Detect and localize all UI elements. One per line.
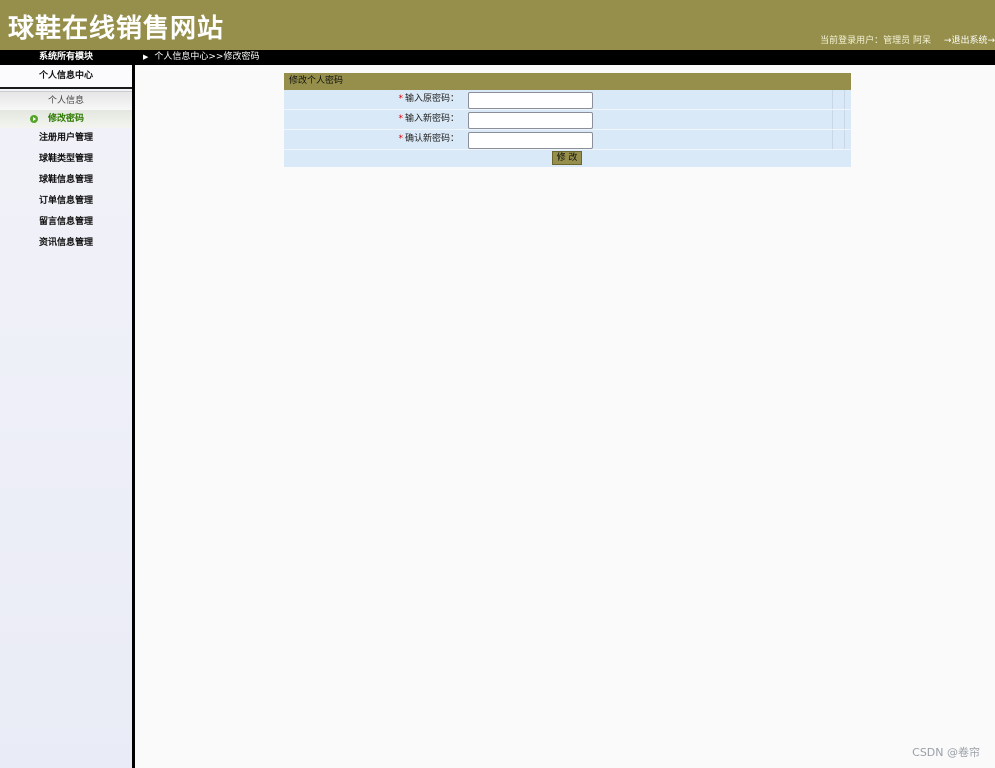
module-title: 系统所有模块 xyxy=(38,52,93,62)
form-row-new-password: * 输入新密码： xyxy=(284,110,851,130)
new-password-label: * 输入新密码： xyxy=(398,110,459,129)
form-actions: 修 改 xyxy=(284,150,851,167)
sidebar-item-shoe-info-management[interactable]: 球鞋信息管理 xyxy=(0,170,132,191)
old-password-field[interactable] xyxy=(468,92,593,109)
grid-divider xyxy=(844,110,845,129)
new-password-field[interactable] xyxy=(468,112,593,129)
grid-divider xyxy=(832,130,833,149)
change-password-panel: 修改个人密码 * 输入原密码： * 输入新密码： * 确认新密码： 修 改 xyxy=(284,73,851,167)
form-row-confirm-password: * 确认新密码： xyxy=(284,130,851,150)
sidebar-sub-personal-info[interactable]: 个人信息 xyxy=(0,91,132,110)
user-info: 当前登录用户：管理员 阿呆 →退出系统→ xyxy=(820,33,995,46)
breadcrumb: ▶ 个人信息中心>>修改密码 xyxy=(143,50,259,65)
submit-button[interactable]: 修 改 xyxy=(552,151,582,165)
top-bar: 系统所有模块 ▶ 个人信息中心>>修改密码 xyxy=(0,50,995,65)
grid-divider xyxy=(844,130,845,149)
sidebar-item-order-management[interactable]: 订单信息管理 xyxy=(0,191,132,212)
required-mark: * xyxy=(398,94,403,104)
sidebar-item-label: 修改密码 xyxy=(47,114,84,124)
sidebar-item-message-management[interactable]: 留言信息管理 xyxy=(0,212,132,233)
confirm-password-field[interactable] xyxy=(468,132,593,149)
confirm-password-label-text: 确认新密码： xyxy=(404,134,459,144)
logout-link[interactable]: →退出系统→ xyxy=(944,36,995,46)
sidebar: 个人信息中心 个人信息 修改密码 注册用户管理 球鞋类型管理 球鞋信息管理 订单… xyxy=(0,65,135,768)
old-password-label-text: 输入原密码： xyxy=(404,94,459,104)
required-mark: * xyxy=(398,134,403,144)
required-mark: * xyxy=(398,114,403,124)
current-user-label: 当前登录用户：管理员 阿呆 xyxy=(820,36,932,46)
site-header: 球鞋在线销售网站 当前登录用户：管理员 阿呆 →退出系统→ xyxy=(0,0,995,50)
triangle-right-icon: ▶ xyxy=(143,53,149,61)
form-row-old-password: * 输入原密码： xyxy=(284,90,851,110)
old-password-label: * 输入原密码： xyxy=(398,90,459,109)
grid-divider xyxy=(832,110,833,129)
watermark-text: CSDN @卷帘 xyxy=(912,746,980,759)
new-password-label-text: 输入新密码： xyxy=(404,114,459,124)
breadcrumb-text: 个人信息中心>>修改密码 xyxy=(154,52,260,62)
sidebar-item-user-management[interactable]: 注册用户管理 xyxy=(0,128,132,149)
panel-title: 修改个人密码 xyxy=(284,73,851,90)
sidebar-item-change-password[interactable]: 修改密码 xyxy=(0,110,132,128)
site-title: 球鞋在线销售网站 xyxy=(8,14,225,44)
green-arrow-bullet-icon xyxy=(30,115,38,123)
grid-divider xyxy=(844,90,845,109)
grid-divider xyxy=(832,90,833,109)
sidebar-head[interactable]: 个人信息中心 xyxy=(0,65,132,89)
confirm-password-label: * 确认新密码： xyxy=(398,130,459,149)
sidebar-item-news-management[interactable]: 资讯信息管理 xyxy=(0,233,132,254)
sidebar-item-shoe-type-management[interactable]: 球鞋类型管理 xyxy=(0,149,132,170)
